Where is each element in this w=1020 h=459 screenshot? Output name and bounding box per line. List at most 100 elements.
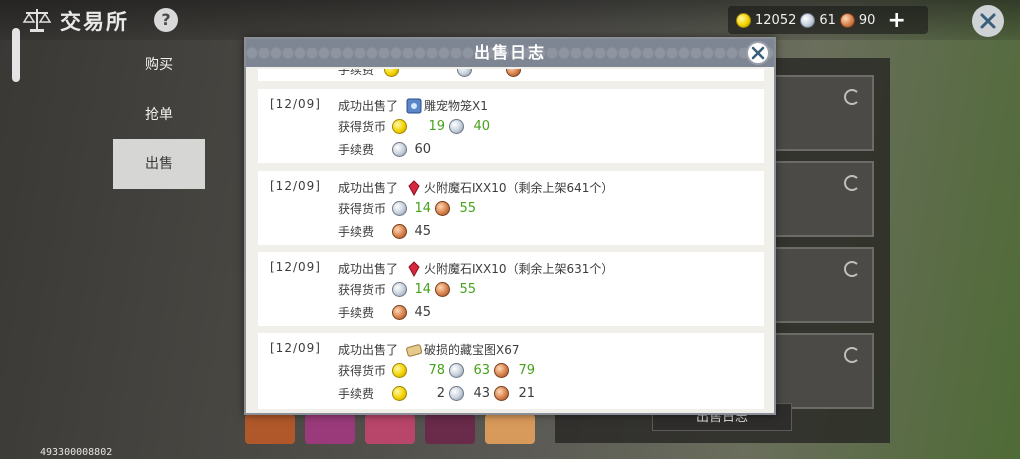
silver-coin-icon <box>449 386 465 401</box>
earn-gold: 78 <box>428 363 446 378</box>
entry-item: 火附魔石ⅨX10（剩余上架641个） <box>424 181 614 195</box>
silver-coin-icon <box>449 119 465 134</box>
fee-label: 手续费 <box>338 69 375 77</box>
list-item: [12/09] 成功出售了 雕宠物笼X1 获得货币 19 40 手续费 60 <box>258 89 764 163</box>
pet-cage-icon <box>406 98 422 113</box>
earn-silver: 14 <box>414 201 432 216</box>
inventory-item[interactable] <box>305 414 355 444</box>
treasure-map-icon <box>406 343 423 357</box>
silver-coin-icon <box>392 142 408 157</box>
add-currency-button[interactable]: + <box>887 8 905 33</box>
entry-action: 成功出售了 <box>338 262 399 276</box>
sidebar: 购买 抢单 出售 <box>113 40 205 459</box>
copper-coin-icon <box>839 12 855 28</box>
refresh-icon[interactable] <box>844 89 860 105</box>
gold-coin-icon <box>736 12 751 28</box>
earn-copper: 55 <box>459 282 477 297</box>
gold-coin-icon <box>392 386 408 401</box>
entry-item: 火附魔石ⅨX10（剩余上架631个） <box>424 262 614 276</box>
gold-coin-icon <box>384 69 400 77</box>
refresh-icon[interactable] <box>844 175 860 191</box>
sell-slot[interactable] <box>770 161 874 237</box>
scales-icon <box>22 9 52 32</box>
entry-date: [12/09] <box>270 260 321 274</box>
earn-label: 获得货币 <box>338 120 387 134</box>
fire-gem-icon <box>408 179 420 196</box>
gold-coin-icon <box>392 119 408 134</box>
copper-coin-icon <box>494 363 510 378</box>
entry-action: 成功出售了 <box>338 343 399 357</box>
fee-copper: 21 <box>518 386 536 401</box>
close-icon <box>751 46 765 60</box>
fee-copper: 45 <box>414 224 432 239</box>
dialog-close-button[interactable] <box>746 41 770 65</box>
list-item: 手续费 <box>258 69 764 81</box>
tab-buy[interactable]: 购买 <box>113 40 205 90</box>
fee-silver: 60 <box>414 142 432 157</box>
fee-silver: 43 <box>473 386 491 401</box>
sell-slot[interactable] <box>770 247 874 323</box>
earn-silver: 63 <box>473 363 491 378</box>
entry-item: 破损的藏宝图X67 <box>424 343 520 357</box>
tab-grab-order[interactable]: 抢单 <box>113 90 205 140</box>
fee-gold: 2 <box>436 386 446 401</box>
inventory-item[interactable] <box>365 414 415 444</box>
earn-label: 获得货币 <box>338 364 387 378</box>
refresh-icon[interactable] <box>844 261 860 277</box>
fee-label: 手续费 <box>338 306 375 320</box>
fee-label: 手续费 <box>338 387 375 401</box>
copper-coin-icon <box>392 305 408 320</box>
page-title: 交易所 <box>60 10 129 34</box>
entry-action: 成功出售了 <box>338 181 399 195</box>
earn-copper: 55 <box>459 201 477 216</box>
silver-coin-icon <box>392 282 408 297</box>
silver-coin-icon <box>449 363 465 378</box>
earn-silver: 40 <box>473 119 491 134</box>
gold-coin-icon <box>392 363 408 378</box>
inventory-strip <box>245 414 535 444</box>
list-item: [12/09] 成功出售了 火附魔石ⅨX10（剩余上架631个） 获得货币 14… <box>258 252 764 326</box>
entry-item: 雕宠物笼X1 <box>424 99 488 113</box>
entry-date: [12/09] <box>270 97 321 111</box>
entry-date: [12/09] <box>270 179 321 193</box>
player-id: 493300008802 <box>40 447 113 458</box>
inventory-item[interactable] <box>245 414 295 444</box>
earn-gold: 19 <box>428 119 446 134</box>
entry-action: 成功出售了 <box>338 99 399 113</box>
tab-sell[interactable]: 出售 <box>113 139 205 189</box>
refresh-icon[interactable] <box>844 347 860 363</box>
copper-coin-icon <box>494 386 510 401</box>
list-item: [12/09] 成功出售了 破损的藏宝图X67 获得货币 78 63 79 手续… <box>258 333 764 409</box>
copper-coin-icon <box>435 201 451 216</box>
list-item: [12/09] 成功出售了 火附魔石ⅨX10（剩余上架641个） 获得货币 14… <box>258 171 764 245</box>
earn-silver: 14 <box>414 282 432 297</box>
earn-copper: 79 <box>518 363 536 378</box>
fee-copper: 45 <box>414 305 432 320</box>
close-icon <box>980 13 996 29</box>
silver-coin-icon <box>800 12 816 28</box>
inventory-item[interactable] <box>485 414 535 444</box>
sell-slot[interactable] <box>770 75 874 151</box>
silver-coin-icon <box>457 69 473 77</box>
scroll-handle[interactable] <box>12 28 20 82</box>
log-list[interactable]: 手续费 [12/09] 成功出售了 雕宠物笼X1 获得货币 19 40 手续费 … <box>258 69 764 409</box>
copper-amount: 90 <box>858 12 876 28</box>
entry-date: [12/09] <box>270 341 321 355</box>
help-button[interactable]: ? <box>154 8 178 32</box>
copper-coin-icon <box>392 224 408 239</box>
close-button[interactable] <box>972 5 1004 37</box>
sell-slot[interactable] <box>770 333 874 409</box>
silver-amount: 61 <box>819 12 836 28</box>
fire-gem-icon <box>408 260 420 277</box>
gold-amount: 12052 <box>755 12 797 28</box>
copper-coin-icon <box>506 69 522 77</box>
currency-bar: 12052 61 90 + <box>728 6 928 34</box>
copper-coin-icon <box>435 282 451 297</box>
silver-coin-icon <box>392 201 408 216</box>
sell-log-dialog: 出售日志 手续费 [12/09] 成功出售了 雕宠物笼X1 获得货币 19 40… <box>244 37 776 415</box>
fee-label: 手续费 <box>338 143 375 157</box>
fee-label: 手续费 <box>338 225 375 239</box>
inventory-item[interactable] <box>425 414 475 444</box>
earn-label: 获得货币 <box>338 202 387 216</box>
earn-label: 获得货币 <box>338 283 387 297</box>
